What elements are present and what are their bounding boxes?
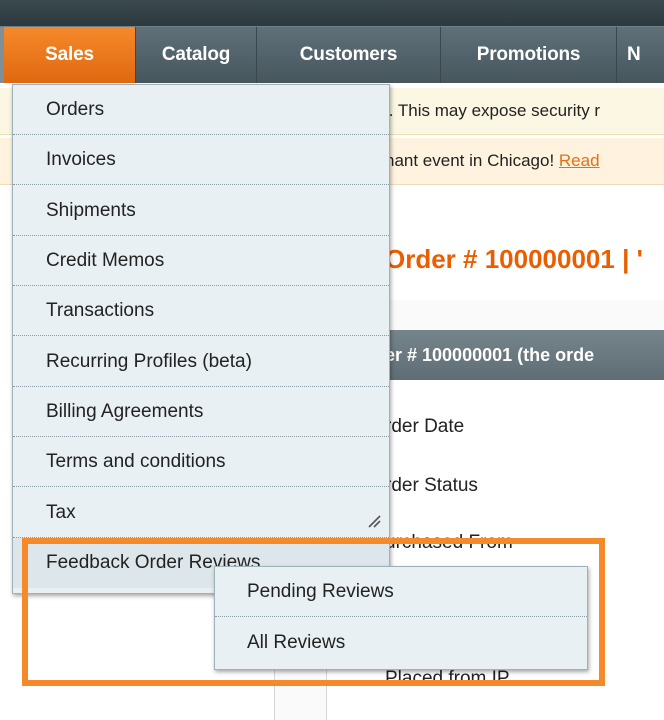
read-more-link[interactable]: Read [559, 151, 600, 170]
menu-item-shipments[interactable]: Shipments [13, 186, 389, 236]
purchased-from-label: urchased From [385, 532, 513, 553]
nav-tab-customers[interactable]: Customers [257, 27, 441, 83]
submenu-item-all-reviews[interactable]: All Reviews [215, 618, 587, 668]
page-title: Order # 100000001 | ' [385, 244, 643, 274]
menu-item-orders[interactable]: Orders [13, 85, 389, 135]
menu-item-transactions[interactable]: Transactions [13, 286, 389, 336]
nav-tab-promotions[interactable]: Promotions [441, 27, 617, 83]
nav-tab-newsletter[interactable]: N [617, 27, 664, 83]
menu-item-recurring-profiles[interactable]: Recurring Profiles (beta) [13, 337, 389, 387]
event-notice-text: hant event in Chicago! Read [385, 151, 600, 171]
menu-item-billing-agreements[interactable]: Billing Agreements [13, 387, 389, 437]
main-nav: Sales Catalog Customers Promotions N [0, 26, 664, 83]
security-notice-text: l. This may expose security r [385, 101, 601, 120]
nav-tab-sales[interactable]: Sales [0, 27, 136, 83]
resize-grip-icon [368, 515, 381, 528]
menu-item-credit-memos[interactable]: Credit Memos [13, 236, 389, 286]
nav-tab-catalog[interactable]: Catalog [136, 27, 257, 83]
menu-item-terms-and-conditions[interactable]: Terms and conditions [13, 437, 389, 487]
order-status-label: rder Status [385, 475, 478, 496]
order-section-title: er # 100000001 (the orde [385, 344, 595, 365]
order-date-label: rder Date [385, 416, 465, 437]
menu-item-invoices[interactable]: Invoices [13, 135, 389, 185]
event-notice-prefix: hant event in Chicago! [385, 151, 559, 170]
top-header-bar [0, 0, 664, 26]
menu-item-tax[interactable]: Tax [13, 488, 389, 538]
submenu-item-pending-reviews[interactable]: Pending Reviews [215, 567, 587, 617]
placed-from-ip-label: Placed from IP [385, 668, 510, 689]
feedback-submenu: Pending Reviews All Reviews [214, 566, 588, 670]
sales-dropdown-menu: Orders Invoices Shipments Credit Memos T… [12, 84, 390, 594]
